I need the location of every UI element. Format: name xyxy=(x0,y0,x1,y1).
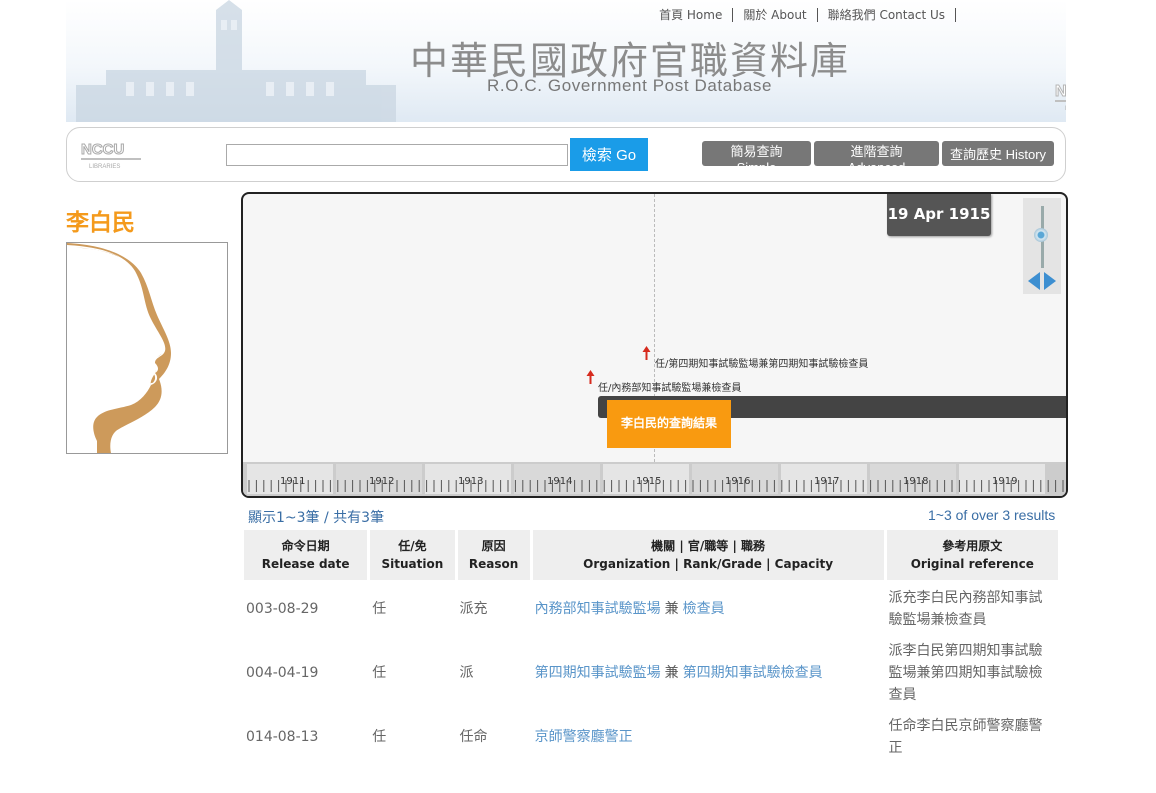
cell-situation: 任 xyxy=(372,665,387,681)
table-row: 003-08-29 任 派充 內務部知事試驗監場兼檢查員 派充李白民內務部知事試… xyxy=(244,580,1058,637)
cell-situation: 任 xyxy=(372,729,387,745)
timeline-current-date: 19 Apr 1915 xyxy=(887,194,991,236)
cell-organization: 內務部知事試驗監場兼檢查員 xyxy=(533,580,884,637)
column-header-original: 參考用原文 Original reference xyxy=(886,530,1058,580)
year-label: 1912 xyxy=(369,476,395,487)
results-count-chinese: 顯示1~3筆 / 共有3筆 xyxy=(248,510,385,526)
cell-organization: 京師警察廳警正 xyxy=(533,709,884,765)
year-segment: 1917 xyxy=(781,464,867,494)
column-header-reason: 原因 Reason xyxy=(457,530,530,580)
timeline-event-label[interactable]: 任/第四期知事試驗監場兼第四期知事試驗檢查員 xyxy=(655,355,868,370)
header-zh: 機關 | 官/職等 | 職務 xyxy=(651,539,766,553)
event-pin-icon[interactable] xyxy=(642,346,651,360)
timeline-event-label[interactable]: 任/內務部知事試驗監場兼檢查員 xyxy=(598,379,741,394)
timeline-zoom-control xyxy=(1023,198,1061,294)
header-en: Organization | Rank/Grade | Capacity xyxy=(583,557,834,571)
year-label: 1914 xyxy=(547,476,573,487)
year-label: 1916 xyxy=(725,476,751,487)
top-navigation: 首頁 Home 關於 About 聯絡我們 Contact Us xyxy=(649,8,956,22)
header-en: Reason xyxy=(468,557,519,571)
organization-link[interactable]: 京師警察廳警正 xyxy=(535,729,633,745)
and-keyword xyxy=(633,729,641,745)
organization-link[interactable]: 第四期知事試驗監場 xyxy=(535,665,661,681)
year-segment: 1918 xyxy=(870,464,956,494)
column-header-organization: 機關 | 官/職等 | 職務 Organization | Rank/Grade … xyxy=(532,530,884,580)
column-header-situation: 任/免 Situation xyxy=(370,530,455,580)
year-segment: 1912 xyxy=(336,464,422,494)
header-en: Release date xyxy=(261,557,350,571)
timeline-widget[interactable]: 19 Apr 1915 任/第四期知事試驗監場兼第四期知事試驗檢查員 任/內務部… xyxy=(241,192,1068,498)
event-pin-icon[interactable] xyxy=(586,370,595,384)
year-label: 1911 xyxy=(280,476,306,487)
organization-link[interactable]: 內務部知事試驗監場 xyxy=(535,601,661,617)
zoom-slider-knob[interactable] xyxy=(1034,228,1048,242)
year-segment: 1911 xyxy=(247,464,333,494)
timeline-next-arrow-icon[interactable] xyxy=(1044,272,1056,290)
year-segment: 1915 xyxy=(603,464,689,494)
cell-original: 任命李白民京師警察廳警正 xyxy=(888,718,1043,756)
svg-text:LIBRARIES: LIBRARIES xyxy=(1065,106,1066,112)
nav-home-link[interactable]: 首頁 Home xyxy=(649,8,734,22)
presidential-building-illustration xyxy=(76,0,396,122)
column-header-date: 命令日期 Release date xyxy=(244,530,368,580)
year-label: 1919 xyxy=(992,476,1018,487)
svg-text:NCCU: NCCU xyxy=(1055,83,1066,100)
nav-about-link[interactable]: 關於 About xyxy=(733,8,818,22)
search-input[interactable] xyxy=(226,144,568,166)
timeline-result-label: 李白民的查詢結果 xyxy=(607,400,731,448)
history-button[interactable]: 查詢歷史 History xyxy=(942,141,1054,166)
nccu-libraries-logo-small: NCCU LIBRARIES xyxy=(81,141,141,170)
cell-reason: 派充 xyxy=(459,600,488,617)
table-row: 004-04-19 任 派 第四期知事試驗監場兼第四期知事試驗檢查員 派李白民第… xyxy=(244,637,1058,709)
timeline-prev-arrow-icon[interactable] xyxy=(1028,272,1040,290)
cell-original: 派充李白民內務部知事試驗監場兼檢查員 xyxy=(888,589,1043,628)
svg-text:LIBRARIES: LIBRARIES xyxy=(89,164,120,170)
person-portrait-placeholder xyxy=(66,242,228,454)
person-name: 李白民 xyxy=(66,210,135,236)
year-label: 1915 xyxy=(636,476,662,487)
capacity-link[interactable]: 檢查員 xyxy=(683,601,725,617)
results-count-english: 1~3 of over 3 results xyxy=(928,507,1056,523)
year-segment: 1919 xyxy=(959,464,1045,494)
year-label: 1917 xyxy=(814,476,840,487)
header-zh: 任/免 xyxy=(398,539,427,553)
and-keyword: 兼 xyxy=(664,665,679,681)
header-zh: 命令日期 xyxy=(281,539,330,553)
site-header: 首頁 Home 關於 About 聯絡我們 Contact Us 中華民國政府官… xyxy=(66,0,1066,122)
advanced-search-button[interactable]: 進階查詢 Advanced xyxy=(814,141,939,175)
cell-reason: 任命 xyxy=(459,729,488,745)
header-en: Situation xyxy=(381,557,444,571)
silhouette-icon xyxy=(67,243,227,453)
cell-original: 派李白民第四期知事試驗監場兼第四期知事試驗檢查員 xyxy=(888,643,1043,703)
cell-organization: 第四期知事試驗監場兼第四期知事試驗檢查員 xyxy=(533,637,884,709)
year-label: 1913 xyxy=(458,476,484,487)
results-table: 命令日期 Release date 任/免 Situation 原因 Reason 機… xyxy=(241,530,1061,765)
year-segment: 1916 xyxy=(692,464,778,494)
search-panel: NCCU LIBRARIES 檢索 Go 簡易查詢 Simple 進階查詢 Ad… xyxy=(66,127,1066,182)
cell-date: 014-08-13 xyxy=(246,729,319,745)
table-row: 014-08-13 任 任命 京師警察廳警正 任命李白民京師警察廳警正 xyxy=(244,709,1058,765)
header-en: Original reference xyxy=(910,557,1034,571)
cell-situation: 任 xyxy=(372,600,387,617)
nav-contact-link[interactable]: 聯絡我們 Contact Us xyxy=(818,8,956,22)
timeline-year-ruler[interactable]: 1911 1912 1913 1914 1915 1916 1917 1918 … xyxy=(243,462,1066,496)
header-zh: 參考用原文 xyxy=(942,539,1003,553)
site-title-english: R.O.C. Government Post Database xyxy=(487,76,773,95)
search-go-button[interactable]: 檢索 Go xyxy=(570,138,648,171)
svg-text:NCCU: NCCU xyxy=(81,141,124,158)
table-header-row: 命令日期 Release date 任/免 Situation 原因 Reason 機… xyxy=(244,530,1058,580)
simple-search-button[interactable]: 簡易查詢 Simple xyxy=(702,141,811,175)
year-label: 1918 xyxy=(903,476,929,487)
year-segment: 1914 xyxy=(514,464,600,494)
capacity-link[interactable]: 第四期知事試驗檢查員 xyxy=(683,665,823,681)
nccu-libraries-logo: NCCU LIBRARIES xyxy=(1055,83,1066,112)
cell-reason: 派 xyxy=(459,665,474,681)
and-keyword: 兼 xyxy=(664,600,679,617)
cell-date: 003-08-29 xyxy=(246,600,319,617)
year-segment: 1913 xyxy=(425,464,511,494)
header-zh: 原因 xyxy=(481,539,506,553)
cell-date: 004-04-19 xyxy=(246,665,319,681)
